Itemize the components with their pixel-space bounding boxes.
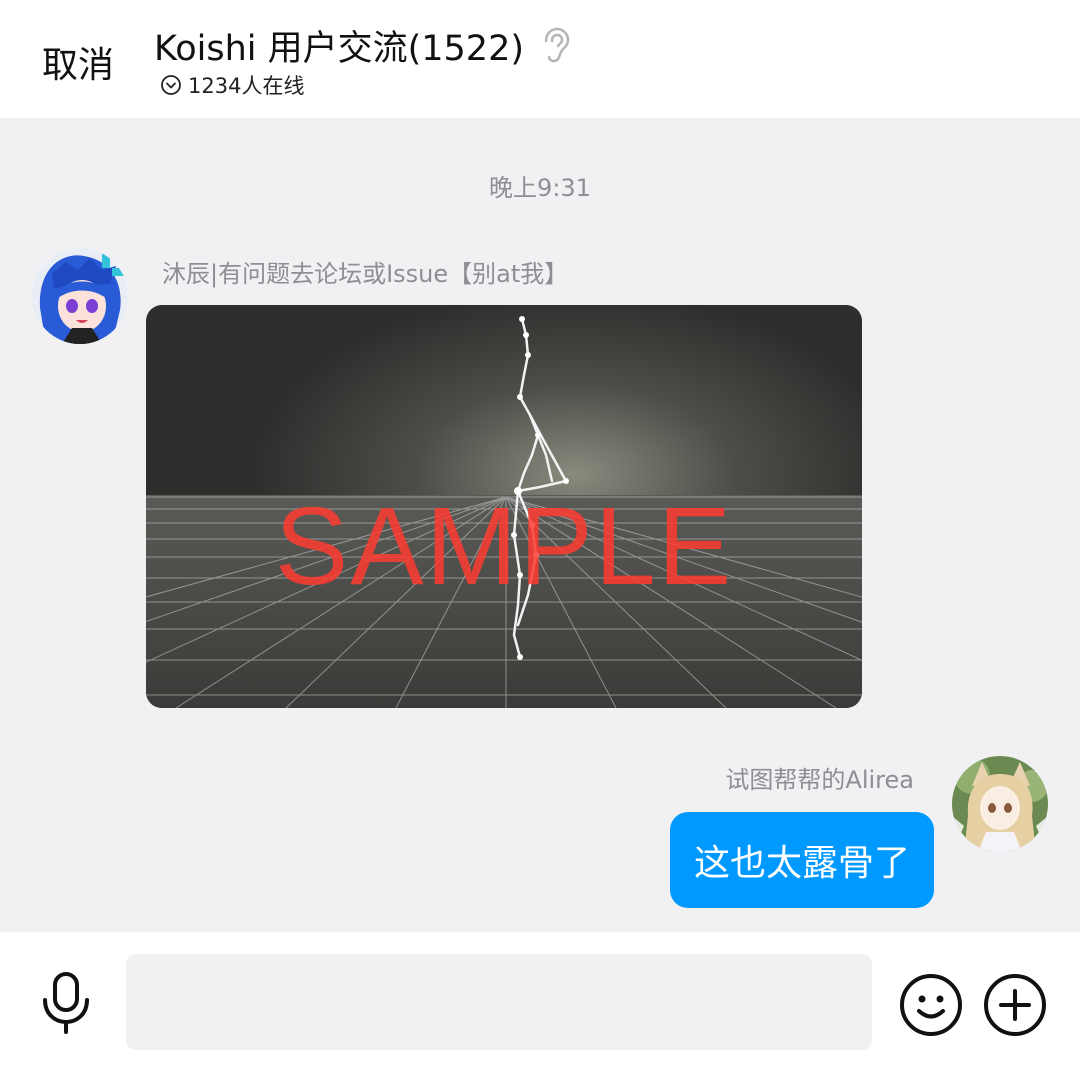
sender-name: 沐辰|有问题去论坛或Issue【别at我】 [162, 260, 569, 288]
message-list[interactable]: 晚上9:31 沐辰|有问题去论坛或Issue【别at我】 SAMPLE 试图帮帮… [0, 118, 1080, 932]
sender-name: 试图帮帮的Alirea [725, 766, 914, 794]
image-message[interactable]: SAMPLE [146, 305, 862, 708]
cancel-button[interactable]: 取消 [42, 36, 114, 88]
message-bubble[interactable]: 这也太露骨了 [669, 812, 934, 908]
online-status[interactable]: 1234人在线 [160, 70, 304, 100]
plus-icon[interactable] [982, 972, 1048, 1038]
message-input[interactable] [126, 954, 872, 1050]
emoji-icon[interactable] [898, 972, 964, 1038]
message-timestamp: 晚上9:31 [489, 174, 591, 202]
avatar[interactable] [952, 756, 1048, 852]
mic-icon[interactable] [38, 970, 94, 1036]
online-count: 1234人在线 [188, 74, 305, 98]
group-title: Koishi 用户交流(1522) [154, 29, 524, 69]
message-text: 这也太露骨了 [693, 843, 910, 884]
chevron-down-circle-icon [160, 74, 182, 96]
watermark-text: SAMPLE [274, 485, 734, 608]
input-bar [0, 932, 1080, 1072]
title-row[interactable]: Koishi 用户交流(1522) [154, 20, 570, 71]
chat-header: 取消 Koishi 用户交流(1522) 1234人在线 [0, 0, 1080, 118]
avatar[interactable] [32, 248, 128, 344]
ear-icon[interactable] [540, 27, 570, 65]
